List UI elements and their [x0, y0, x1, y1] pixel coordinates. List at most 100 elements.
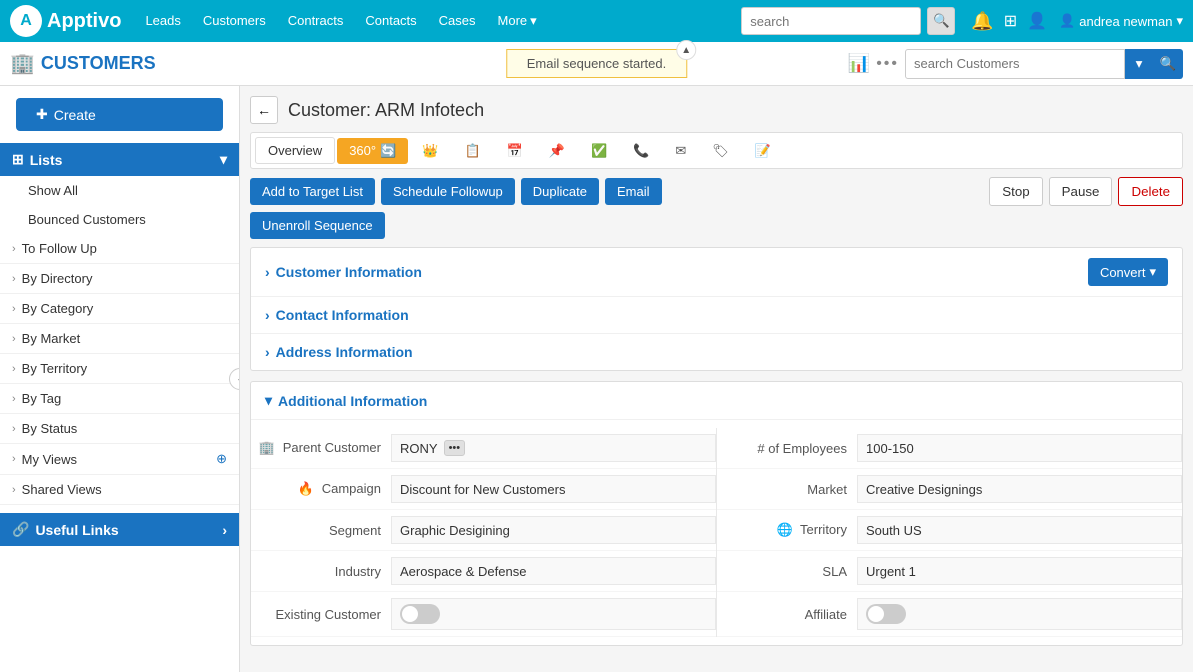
tab-phone[interactable]: 📞 — [621, 138, 661, 164]
sub-header: 🏢 CUSTOMERS Email sequence started. ▲ 📊 … — [0, 42, 1193, 86]
parent-customer-value: RONY ••• — [391, 434, 716, 462]
customer-information-section[interactable]: › Customer Information Convert ▾ — [251, 248, 1182, 297]
industry-label: Industry — [251, 564, 391, 579]
lists-header[interactable]: ⊞ Lists ▾ — [0, 143, 239, 176]
tab-list[interactable]: 📋 — [452, 138, 492, 164]
add-view-icon[interactable]: ⊕ — [216, 451, 227, 467]
affiliate-toggle[interactable] — [866, 604, 906, 624]
add-to-target-list-button[interactable]: Add to Target List — [250, 178, 375, 205]
back-button[interactable]: ← — [250, 96, 278, 124]
tab-overview[interactable]: Overview — [255, 137, 335, 164]
field-parent-customer: 🏢 Parent Customer RONY ••• — [251, 428, 716, 469]
main-content: ← Customer: ARM Infotech Overview 360° 🔄… — [240, 86, 1193, 672]
sidebar-item-to-follow-up[interactable]: › To Follow Up — [0, 234, 239, 264]
sidebar-item-by-status[interactable]: › By Status — [0, 414, 239, 444]
tab-email[interactable]: ✉ — [663, 138, 698, 164]
tab-tag[interactable]: 🏷 — [700, 138, 741, 164]
stop-button[interactable]: Stop — [989, 177, 1042, 206]
num-employees-value: 100-150 — [857, 434, 1182, 462]
sidebar-item-by-tag[interactable]: › By Tag — [0, 384, 239, 414]
duplicate-button[interactable]: Duplicate — [521, 178, 599, 205]
lists-chevron-icon: ▾ — [220, 151, 227, 168]
global-search-input[interactable] — [741, 7, 921, 35]
existing-customer-value — [391, 598, 716, 630]
field-sla: SLA Urgent 1 — [717, 551, 1182, 592]
field-territory: 🌐 Territory South US — [717, 510, 1182, 551]
email-seq-text: Email sequence started. — [527, 56, 666, 71]
sidebar-item-by-territory[interactable]: › By Territory — [0, 354, 239, 384]
chevron-right-icon: › — [12, 303, 16, 315]
building-icon: 🏢 — [259, 440, 275, 455]
nav-contracts[interactable]: Contracts — [280, 0, 352, 42]
detail-tabs: Overview 360° 🔄 👑 📋 📅 📌 ✅ 📞 ✉ 🏷 📝 — [250, 132, 1183, 169]
delete-button[interactable]: Delete — [1118, 177, 1183, 206]
customers-search-input[interactable] — [905, 49, 1125, 79]
nav-leads[interactable]: Leads — [137, 0, 188, 42]
tab-crown[interactable]: 👑 — [410, 138, 450, 164]
create-button[interactable]: ✚ Create — [16, 98, 223, 131]
useful-links-header[interactable]: 🔗 Useful Links › — [0, 513, 239, 546]
sla-value: Urgent 1 — [857, 557, 1182, 585]
sidebar-item-bounced-customers[interactable]: Bounced Customers — [0, 205, 239, 234]
unenroll-sequence-button[interactable]: Unenroll Sequence — [250, 212, 385, 239]
user-profile-icon[interactable]: 👤 — [1027, 11, 1047, 31]
global-search: 🔍 — [741, 7, 955, 35]
convert-chevron-icon: ▾ — [1149, 264, 1156, 280]
tab-calendar[interactable]: 📅 — [495, 138, 535, 164]
tab-check[interactable]: ✅ — [579, 138, 619, 164]
email-button[interactable]: Email — [605, 178, 662, 205]
tab-360[interactable]: 360° 🔄 — [337, 138, 408, 164]
sidebar-item-my-views[interactable]: › My Views ⊕ — [0, 444, 239, 475]
convert-button[interactable]: Convert ▾ — [1088, 258, 1168, 286]
sidebar-item-show-all[interactable]: Show All — [0, 176, 239, 205]
search-go-button[interactable]: 🔍 — [1153, 49, 1183, 79]
address-information-section[interactable]: › Address Information — [251, 334, 1182, 370]
chevron-right-icon: › — [12, 484, 16, 496]
field-num-employees: # of Employees 100-150 — [717, 428, 1182, 469]
user-menu[interactable]: 👤 andrea newman ▾ — [1059, 13, 1183, 29]
tab-notes[interactable]: 📝 — [743, 138, 783, 164]
page-header: ← Customer: ARM Infotech — [250, 96, 1183, 124]
field-campaign: 🔥 Campaign Discount for New Customers — [251, 469, 716, 510]
sidebar-item-by-category[interactable]: › By Category — [0, 294, 239, 324]
schedule-followup-button[interactable]: Schedule Followup — [381, 178, 515, 205]
campaign-label: 🔥 Campaign — [251, 481, 391, 497]
nav-more[interactable]: More ▾ — [490, 0, 545, 42]
banner-collapse-icon[interactable]: ▲ — [676, 40, 696, 60]
affiliate-label: Affiliate — [717, 607, 857, 622]
nav-contacts[interactable]: Contacts — [357, 0, 424, 42]
customers-title-text: CUSTOMERS — [41, 53, 156, 74]
sidebar-item-shared-views[interactable]: › Shared Views — [0, 475, 239, 505]
notifications-icon[interactable]: 🔔 — [971, 11, 993, 32]
refresh-icon: 🔄 — [380, 143, 396, 159]
sla-label: SLA — [717, 564, 857, 579]
search-dropdown-button[interactable]: ▾ — [1125, 49, 1153, 79]
nav-customers[interactable]: Customers — [195, 0, 274, 42]
back-arrow-icon: ← — [257, 102, 271, 118]
section-expand-icon: › — [265, 264, 270, 280]
chart-icon[interactable]: 📊 — [848, 53, 870, 74]
segment-label: Segment — [251, 523, 391, 538]
affiliate-value — [857, 598, 1182, 630]
nav-cases[interactable]: Cases — [431, 0, 484, 42]
user-avatar-icon: 👤 — [1059, 13, 1075, 29]
logo-text: Apptivo — [47, 10, 121, 33]
global-search-button[interactable]: 🔍 — [927, 7, 955, 35]
convert-wrapper: Convert ▾ — [1088, 258, 1168, 286]
chevron-right-icon: › — [12, 393, 16, 405]
pause-button[interactable]: Pause — [1049, 177, 1113, 206]
grid-icon[interactable]: ⊞ — [1004, 11, 1017, 31]
existing-customer-toggle[interactable] — [400, 604, 440, 624]
additional-information-header[interactable]: ▾ Additional Information — [251, 382, 1182, 420]
sidebar-item-by-directory[interactable]: › By Directory — [0, 264, 239, 294]
contact-information-section[interactable]: › Contact Information — [251, 297, 1182, 334]
territory-label: 🌐 Territory — [717, 522, 857, 538]
field-existing-customer: Existing Customer — [251, 592, 716, 637]
right-actions: Stop Pause Delete — [989, 177, 1183, 206]
tab-pin[interactable]: 📌 — [537, 138, 577, 164]
sidebar-item-by-market[interactable]: › By Market — [0, 324, 239, 354]
email-sequence-banner: Email sequence started. ▲ — [506, 49, 687, 78]
parent-customer-picker-icon[interactable]: ••• — [444, 440, 466, 456]
section-collapse-icon: ▾ — [265, 392, 272, 409]
more-options-button[interactable]: ••• — [876, 55, 899, 73]
